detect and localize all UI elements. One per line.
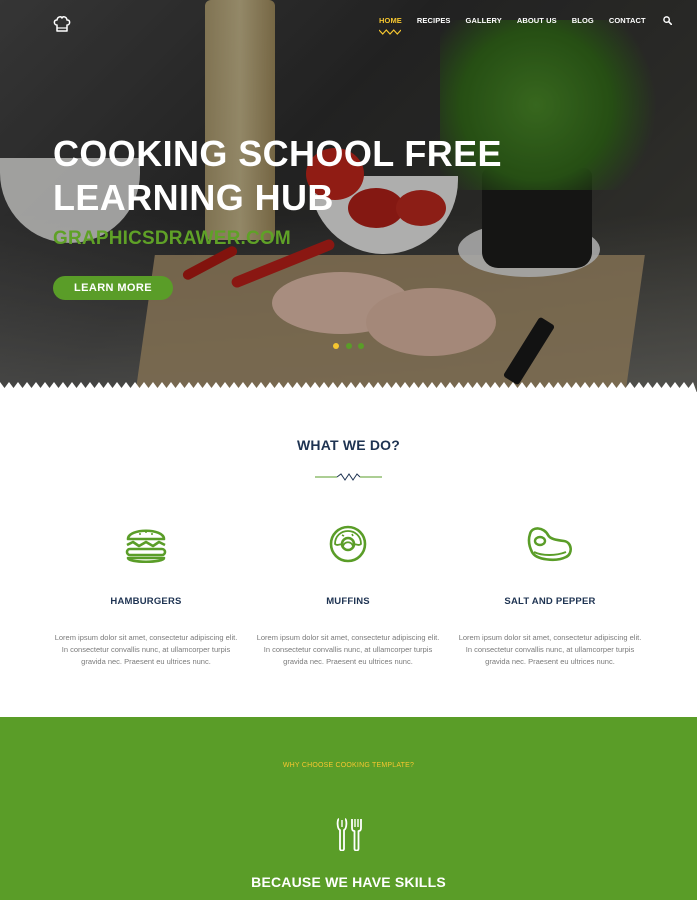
feature-title: SALT AND PEPPER [504, 596, 596, 607]
nav-item-label: HOME [379, 16, 402, 25]
nav-item-about-us[interactable]: ABOUT US [517, 16, 557, 25]
search-icon[interactable] [662, 16, 672, 25]
nav-item-blog[interactable]: BLOG [572, 16, 594, 25]
why-choose-section: WHY CHOOSE COOKING TEMPLATE? BECAUSE WE … [0, 717, 697, 900]
chef-hat-icon[interactable] [52, 14, 72, 34]
nav-item-contact[interactable]: CONTACT [609, 16, 646, 25]
hero-zigzag-edge [0, 382, 697, 393]
nav-item-label: BLOG [571, 16, 594, 25]
feature-title: MUFFINS [326, 596, 370, 607]
feature-text: Lorem ipsum dolor sit amet, consectetur … [256, 633, 440, 666]
learn-more-button[interactable]: LEARN MORE [53, 276, 173, 300]
why-tagline: WHY CHOOSE COOKING TEMPLATE? [282, 762, 415, 769]
main-nav: HOME RECIPES GALLERY ABOUT US BLOG CONTA… [379, 16, 672, 35]
slider-dot[interactable] [333, 343, 339, 349]
slider-dot[interactable] [358, 343, 364, 349]
feature-text: Lorem ipsum dolor sit amet, consectetur … [458, 633, 642, 666]
burger-icon [125, 529, 167, 564]
feature-text: Lorem ipsum dolor sit amet, consectetur … [54, 633, 238, 666]
nav-item-home[interactable]: HOME [379, 16, 402, 35]
fork-knife-icon [336, 818, 362, 851]
hero-title: COOKING SCHOOL FREE LEARNING HUB [53, 133, 502, 218]
nav-item-gallery[interactable]: GALLERY [466, 16, 502, 25]
nav-item-label: ABOUT US [516, 16, 557, 25]
nav-item-recipes[interactable]: RECIPES [417, 16, 451, 25]
hero-subtitle: GRAPHICSDRAWER.COM [53, 228, 291, 249]
nav-item-label: GALLERY [465, 16, 502, 25]
slider-dots [333, 343, 371, 349]
slider-dot[interactable] [345, 343, 352, 349]
section-title-what-we-do: WHAT WE DO? [296, 437, 401, 453]
nav-item-label: CONTACT [608, 16, 646, 25]
feature-muffins: MUFFINS Lorem ipsum dolor sit amet, cons… [253, 522, 443, 668]
donut-icon [329, 525, 367, 563]
feature-hamburgers: HAMBURGERS Lorem ipsum dolor sit amet, c… [51, 522, 241, 668]
feature-title: HAMBURGERS [110, 596, 182, 607]
active-zigzag-underline [379, 29, 401, 35]
hero-section: HOME RECIPES GALLERY ABOUT US BLOG CONTA… [0, 0, 697, 392]
nav-item-label: RECIPES [416, 16, 451, 25]
zigzag-divider [315, 473, 382, 481]
why-title: BECAUSE WE HAVE SKILLS [251, 874, 446, 890]
feature-salt-and-pepper: SALT AND PEPPER Lorem ipsum dolor sit am… [455, 522, 645, 668]
steak-icon [527, 527, 572, 562]
